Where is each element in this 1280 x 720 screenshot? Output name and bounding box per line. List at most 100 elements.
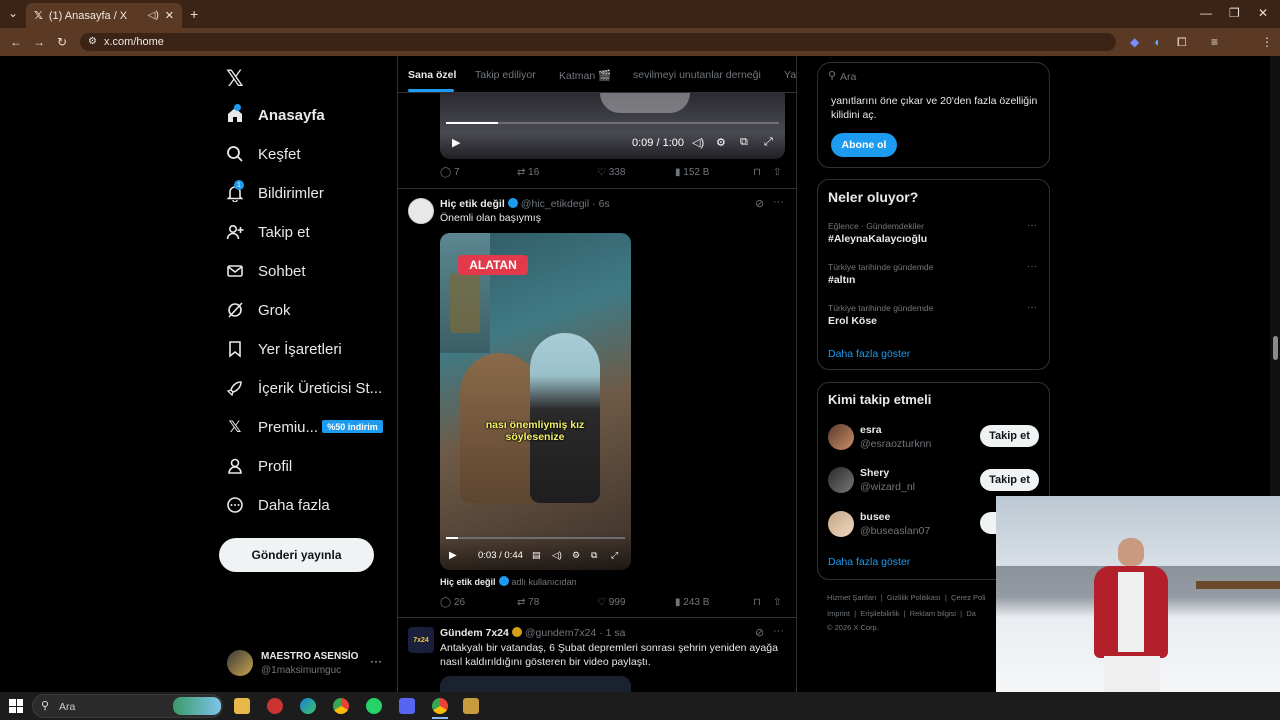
footer-link[interactable]: Çerez Poli (951, 593, 986, 602)
fullscreen-icon[interactable]: ⤢ (764, 136, 773, 149)
footer-link[interactable]: Gizlilik Politikası (887, 593, 941, 602)
settings-icon[interactable]: ⚙ (716, 136, 726, 149)
window-close-icon[interactable]: ✕ (1258, 6, 1268, 20)
whatsapp-icon[interactable] (366, 698, 382, 714)
suggestion-name[interactable]: Shery (860, 467, 889, 479)
nav-creator-studio[interactable]: İçerik Üreticisi St... (226, 379, 382, 397)
volume-icon[interactable]: ◁) (692, 136, 704, 149)
tweet2-time[interactable]: 6s (599, 198, 610, 210)
nav-bookmarks[interactable]: Yer İşaretleri (226, 340, 342, 358)
nav-grok[interactable]: Grok (226, 301, 291, 319)
tab-close-icon[interactable]: ✕ (165, 9, 174, 22)
footer-link[interactable]: Da (966, 609, 976, 618)
subscribe-button[interactable]: Abone ol (831, 133, 897, 157)
address-bar[interactable]: ⚙ x.com/home (80, 33, 1116, 51)
tweet3-media-preview[interactable] (440, 676, 631, 692)
post-button[interactable]: Gönderi yayınla (219, 538, 374, 572)
reply-button[interactable]: ◯ 26 (440, 597, 465, 608)
grok-analyze-icon[interactable]: ⊘ (755, 626, 764, 639)
video-player-1[interactable]: ▶ 0:09 / 1:00 ◁) ⚙ ⧉ ⤢ (440, 93, 785, 159)
bookmark-tweet-icon[interactable]: ⊓ (753, 597, 761, 608)
tab-search-icon[interactable]: ⌄ (8, 6, 18, 20)
trend-topic[interactable]: Erol Köse (828, 315, 877, 327)
tab-following[interactable]: Takip ediliyor (475, 69, 536, 81)
video2-settings-icon[interactable]: ⚙ (572, 550, 580, 561)
chrome-icon[interactable] (333, 698, 349, 714)
tab-list-more[interactable]: Ya (784, 69, 796, 81)
minimize-icon[interactable]: — (1200, 6, 1212, 20)
extensions-puzzle-icon[interactable]: ⧠ (1177, 35, 1187, 50)
tweet2-handle[interactable]: @hic_etikdegil (521, 198, 589, 210)
suggestion-avatar[interactable] (828, 424, 854, 450)
trend-more-icon[interactable]: ··· (1027, 261, 1037, 272)
footer-link[interactable]: Erişilebilirlik (860, 609, 899, 618)
suggestion-name[interactable]: esra (860, 424, 882, 436)
nav-follow[interactable]: Takip et (226, 223, 310, 241)
share-icon[interactable]: ⇧ (773, 597, 781, 608)
repost-button[interactable]: ⇄ 16 (517, 167, 539, 178)
account-menu-icon[interactable]: ··· (370, 654, 382, 668)
play-icon[interactable]: ▶ (452, 136, 460, 149)
trend-topic[interactable]: #altın (828, 274, 855, 286)
reading-list-icon[interactable]: ≡ (1211, 35, 1218, 49)
nav-explore[interactable]: Keşfet (226, 145, 301, 163)
views-button[interactable]: ▮ 152 B (675, 167, 709, 178)
trend-more-icon[interactable]: ··· (1027, 220, 1037, 231)
repost-button[interactable]: ⇄ 78 (517, 597, 539, 608)
back-icon[interactable]: ← (10, 35, 22, 49)
trends-show-more-link[interactable]: Daha fazla göster (828, 348, 910, 360)
restore-icon[interactable]: ❐ (1229, 6, 1240, 20)
tab-list-katman[interactable]: Katman 🎬 (559, 69, 611, 82)
tweet3-author-name[interactable]: Gündem 7x24 (440, 627, 509, 639)
tweet3-avatar[interactable]: 7x24 (408, 627, 434, 653)
attribution-name[interactable]: Hiç etik değil (440, 577, 496, 587)
footer-link[interactable]: Imprint (827, 609, 850, 618)
trend-topic[interactable]: #AleynaKalaycıoğlu (828, 233, 927, 245)
captions-icon[interactable]: ▤ (532, 550, 541, 561)
video-player-2[interactable]: ALATAN nası önemliymiş kız söylesenize ▶… (440, 233, 631, 570)
forward-icon[interactable]: → (33, 35, 45, 49)
reload-icon[interactable]: ↻ (57, 35, 67, 49)
x-logo-icon[interactable]: 𝕏 (226, 66, 244, 92)
tweet3-handle[interactable]: @gundem7x24 (525, 627, 596, 639)
suggestion-avatar[interactable] (828, 467, 854, 493)
follow-button[interactable]: Takip et (980, 425, 1039, 447)
tab-list-community[interactable]: sevilmeyi unutanlar derneği (633, 69, 761, 81)
like-button[interactable]: ♡ 999 (597, 597, 625, 608)
tweet2-author-name[interactable]: Hiç etik değil (440, 198, 505, 210)
file-explorer-icon[interactable] (234, 698, 250, 714)
tweet3-more-icon[interactable]: ··· (773, 625, 784, 637)
extension-shield-icon[interactable]: ◆ (1130, 35, 1139, 49)
site-info-icon[interactable]: ⚙ (88, 36, 97, 47)
views-button[interactable]: ▮ 243 B (675, 597, 709, 608)
menu-kebab-icon[interactable]: ⋮ (1261, 35, 1273, 49)
tweet2-more-icon[interactable]: ··· (773, 196, 784, 208)
scrollbar-thumb[interactable] (1273, 336, 1278, 360)
follow-button[interactable]: Takip et (980, 469, 1039, 491)
nav-messages[interactable]: Sohbet (226, 262, 306, 280)
account-avatar[interactable] (227, 650, 253, 676)
video2-volume-icon[interactable]: ◁) (552, 550, 562, 561)
video2-fullscreen-icon[interactable]: ⤢ (611, 550, 618, 561)
suggestion-name[interactable]: busee (860, 511, 890, 523)
tab-for-you[interactable]: Sana özel (408, 69, 456, 81)
nav-home[interactable]: Anasayfa (226, 104, 325, 124)
nav-more[interactable]: Daha fazla (226, 496, 330, 514)
nav-premium[interactable]: 𝕏 Premiu... (226, 418, 318, 437)
nav-notifications[interactable]: Bildirimler 1 (226, 180, 324, 202)
footer-link[interactable]: Reklam bilgisi (910, 609, 956, 618)
taskbar-search[interactable]: ⚲ Ara (32, 694, 223, 718)
league-client-icon[interactable] (463, 698, 479, 714)
extension-audio-icon[interactable]: ◖ (1153, 35, 1160, 49)
grok-analyze-icon[interactable]: ⊘ (755, 197, 764, 210)
windows-start-icon[interactable] (9, 699, 23, 713)
new-tab-icon[interactable]: + (190, 6, 198, 22)
follow-show-more-link[interactable]: Daha fazla göster (828, 556, 910, 568)
tweet3-time[interactable]: 1 sa (606, 627, 626, 639)
video2-pip-icon[interactable]: ⧉ (591, 550, 597, 561)
video2-progress-track[interactable] (446, 537, 625, 539)
app-icon-red[interactable] (267, 698, 283, 714)
video2-play-icon[interactable]: ▶ (449, 550, 457, 561)
like-button[interactable]: ♡ 338 (597, 167, 625, 178)
reply-button[interactable]: ◯ 7 (440, 167, 460, 178)
